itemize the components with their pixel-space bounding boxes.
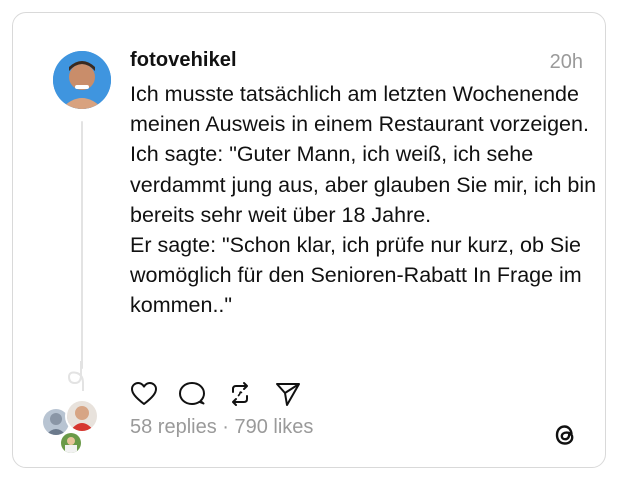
author-username[interactable]: fotovehikel [130,49,237,72]
post-timestamp: 20h [549,51,583,73]
share-icon[interactable] [273,379,303,409]
thread-line [81,121,83,369]
replier-avatar [59,431,83,455]
post-body: Ich musste tatsächlich am letzten Wochen… [130,79,600,321]
post-card: fotovehikel 20h Ich musste tatsächlich a… [12,12,606,468]
post-paragraph: Er sagte: "Schon klar, ich prüfe nur kur… [130,233,582,318]
comment-icon[interactable] [177,379,207,409]
repost-icon[interactable] [225,379,255,409]
post-paragraph: Ich musste tatsächlich am letzten Wochen… [130,82,597,227]
replier-avatar [65,399,99,433]
threads-logo-icon[interactable] [551,421,579,449]
thread-loop-icon [67,361,84,391]
author-avatar[interactable] [53,51,111,109]
heart-icon[interactable] [129,379,159,409]
post-stats[interactable]: 58 replies · 790 likes [130,416,313,439]
